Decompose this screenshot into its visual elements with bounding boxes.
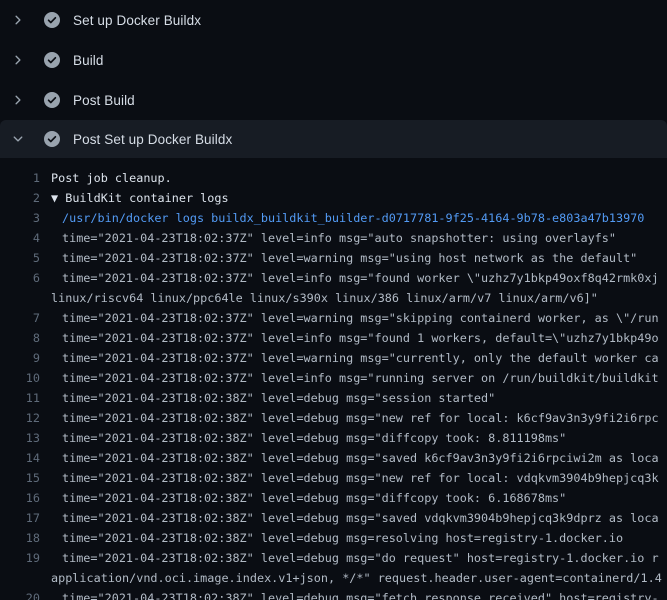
log-line-number[interactable]: 1 — [0, 168, 40, 188]
log-line-number[interactable]: 7 — [0, 308, 40, 328]
log-group-expander-icon[interactable]: ▼ — [51, 191, 65, 205]
log-line-16: 16time="2021-04-23T18:02:38Z" level=debu… — [0, 488, 667, 508]
step-label: Post Set up Docker Buildx — [73, 132, 232, 147]
step-row-1[interactable]: Build — [0, 40, 667, 80]
log-text: time="2021-04-23T18:02:37Z" level=info m… — [40, 368, 659, 388]
log-text: time="2021-04-23T18:02:37Z" level=info m… — [40, 228, 616, 248]
log-line-7: 7time="2021-04-23T18:02:37Z" level=warni… — [0, 308, 667, 328]
log-line-number — [0, 568, 40, 588]
chevron-right-icon — [10, 92, 26, 108]
step-row-0[interactable]: Set up Docker Buildx — [0, 0, 667, 40]
log-line-5: 5time="2021-04-23T18:02:37Z" level=warni… — [0, 248, 667, 268]
log-text: time="2021-04-23T18:02:37Z" level=info m… — [40, 268, 659, 288]
actions-log-viewer: Set up Docker Buildx Build Post Build Post … — [0, 0, 667, 600]
log-line-15: 15time="2021-04-23T18:02:38Z" level=debu… — [0, 468, 667, 488]
log-text: linux/riscv64 linux/ppc64le linux/s390x … — [40, 288, 598, 308]
log-text: time="2021-04-23T18:02:38Z" level=debug … — [40, 508, 659, 528]
log-line-number[interactable]: 8 — [0, 328, 40, 348]
log-line-number[interactable]: 5 — [0, 248, 40, 268]
log-line-14: 14time="2021-04-23T18:02:38Z" level=debu… — [0, 448, 667, 468]
log-group-title: BuildKit container logs — [65, 191, 228, 205]
step-label: Build — [73, 53, 104, 68]
log-line-number[interactable]: 2 — [0, 188, 40, 208]
step-label: Post Build — [73, 93, 135, 108]
log-text: time="2021-04-23T18:02:37Z" level=info m… — [40, 328, 659, 348]
log-line-20: 20time="2021-04-23T18:02:38Z" level=debu… — [0, 588, 667, 600]
log-line-number[interactable]: 18 — [0, 528, 40, 548]
log-line-3: 3/usr/bin/docker logs buildx_buildkit_bu… — [0, 208, 667, 228]
log-line-number[interactable]: 14 — [0, 448, 40, 468]
log-line-number[interactable]: 15 — [0, 468, 40, 488]
check-circle-icon — [44, 12, 60, 28]
check-circle-icon — [44, 52, 60, 68]
check-circle-icon — [44, 92, 60, 108]
log-text: time="2021-04-23T18:02:38Z" level=debug … — [40, 468, 659, 488]
log-line-8: 8time="2021-04-23T18:02:37Z" level=info … — [0, 328, 667, 348]
log-text: ▼ BuildKit container logs — [40, 188, 229, 208]
log-line-17: 17time="2021-04-23T18:02:38Z" level=debu… — [0, 508, 667, 528]
log-command-text: /usr/bin/docker logs buildx_buildkit_bui… — [40, 208, 644, 228]
log-line-10: 10time="2021-04-23T18:02:37Z" level=info… — [0, 368, 667, 388]
log-line-6: 6time="2021-04-23T18:02:37Z" level=info … — [0, 268, 667, 288]
log-line-wrap: application/vnd.oci.image.index.v1+json,… — [0, 568, 667, 588]
log-line-1: 1Post job cleanup. — [0, 168, 667, 188]
log-line-number[interactable]: 16 — [0, 488, 40, 508]
chevron-down-icon — [10, 131, 26, 147]
log-text: time="2021-04-23T18:02:38Z" level=debug … — [40, 448, 659, 468]
log-text: time="2021-04-23T18:02:38Z" level=debug … — [40, 388, 495, 408]
log-text: application/vnd.oci.image.index.v1+json,… — [40, 568, 662, 588]
log-text: time="2021-04-23T18:02:38Z" level=debug … — [40, 408, 659, 428]
log-line-number — [0, 288, 40, 308]
step-row-2[interactable]: Post Build — [0, 80, 667, 120]
log-text: time="2021-04-23T18:02:37Z" level=warnin… — [40, 308, 659, 328]
log-text: Post job cleanup. — [40, 168, 172, 188]
log-line-wrap: linux/riscv64 linux/ppc64le linux/s390x … — [0, 288, 667, 308]
log-text: time="2021-04-23T18:02:38Z" level=debug … — [40, 548, 659, 568]
step-label: Set up Docker Buildx — [73, 13, 201, 28]
log-line-13: 13time="2021-04-23T18:02:38Z" level=debu… — [0, 428, 667, 448]
log-line-number[interactable]: 17 — [0, 508, 40, 528]
log-line-18: 18time="2021-04-23T18:02:38Z" level=debu… — [0, 528, 667, 548]
log-line-number[interactable]: 11 — [0, 388, 40, 408]
log-text: time="2021-04-23T18:02:37Z" level=warnin… — [40, 248, 637, 268]
log-text: time="2021-04-23T18:02:38Z" level=debug … — [40, 488, 566, 508]
log-line-2[interactable]: 2▼ BuildKit container logs — [0, 188, 667, 208]
log-text: time="2021-04-23T18:02:38Z" level=debug … — [40, 428, 566, 448]
log-line-number[interactable]: 19 — [0, 548, 40, 568]
chevron-right-icon — [10, 52, 26, 68]
log-line-4: 4time="2021-04-23T18:02:37Z" level=info … — [0, 228, 667, 248]
log-line-number[interactable]: 9 — [0, 348, 40, 368]
log-line-11: 11time="2021-04-23T18:02:38Z" level=debu… — [0, 388, 667, 408]
check-circle-icon — [44, 131, 60, 147]
log-line-number[interactable]: 10 — [0, 368, 40, 388]
log-line-19: 19time="2021-04-23T18:02:38Z" level=debu… — [0, 548, 667, 568]
chevron-right-icon — [10, 12, 26, 28]
log-line-number[interactable]: 12 — [0, 408, 40, 428]
log-line-number[interactable]: 13 — [0, 428, 40, 448]
log-panel: 1Post job cleanup.2▼ BuildKit container … — [0, 158, 667, 600]
step-row-3[interactable]: Post Set up Docker Buildx — [0, 120, 667, 158]
log-text: time="2021-04-23T18:02:38Z" level=debug … — [40, 588, 659, 600]
log-line-9: 9time="2021-04-23T18:02:37Z" level=warni… — [0, 348, 667, 368]
log-line-number[interactable]: 20 — [0, 588, 40, 600]
log-line-12: 12time="2021-04-23T18:02:38Z" level=debu… — [0, 408, 667, 428]
log-text: time="2021-04-23T18:02:38Z" level=debug … — [40, 528, 623, 548]
log-line-number[interactable]: 4 — [0, 228, 40, 248]
log-line-number[interactable]: 3 — [0, 208, 40, 228]
step-list: Set up Docker Buildx Build Post Build Post … — [0, 0, 667, 158]
log-text: time="2021-04-23T18:02:37Z" level=warnin… — [40, 348, 659, 368]
log-line-number[interactable]: 6 — [0, 268, 40, 288]
